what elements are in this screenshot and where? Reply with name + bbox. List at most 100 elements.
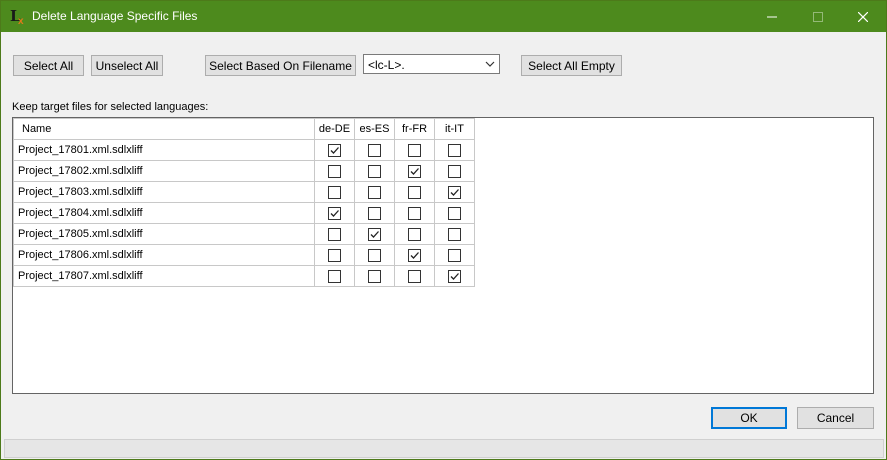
title-bar[interactable]: Lx Delete Language Specific Files: [1, 1, 886, 32]
language-checkbox-cell: [354, 223, 395, 245]
language-checkbox[interactable]: [368, 248, 381, 262]
table-row[interactable]: Project_17804.xml.sdlxliff: [13, 202, 475, 224]
language-checkbox[interactable]: [448, 227, 461, 241]
close-button[interactable]: [840, 1, 886, 32]
file-name-cell: Project_17803.xml.sdlxliff: [13, 181, 315, 203]
language-checkbox[interactable]: [408, 248, 421, 262]
language-checkbox-cell: [314, 160, 355, 182]
unselect-all-button[interactable]: Unselect All: [91, 55, 163, 76]
language-checkbox[interactable]: [328, 248, 341, 262]
language-checkbox[interactable]: [448, 206, 461, 220]
checkmark-icon: [410, 167, 419, 175]
file-name-cell: Project_17806.xml.sdlxliff: [13, 244, 315, 266]
app-logo-sub: x: [18, 16, 24, 27]
language-checkbox[interactable]: [368, 143, 381, 157]
select-based-on-filename-button[interactable]: Select Based On Filename: [205, 55, 356, 76]
select-all-empty-button[interactable]: Select All Empty: [521, 55, 622, 76]
language-checkbox-cell: [394, 181, 435, 203]
dialog-window: Lx Delete Language Specific Files Select…: [0, 0, 887, 460]
filename-pattern-combobox[interactable]: <lc-L>.: [363, 54, 500, 74]
language-checkbox-cell: [314, 244, 355, 266]
close-icon: [858, 11, 868, 22]
language-checkbox[interactable]: [408, 185, 421, 199]
language-checkbox[interactable]: [408, 164, 421, 178]
table-row[interactable]: Project_17806.xml.sdlxliff: [13, 244, 475, 266]
language-checkbox-cell: [434, 223, 475, 245]
language-checkbox-cell: [394, 139, 435, 161]
language-checkbox-cell: [434, 160, 475, 182]
file-name-cell: Project_17805.xml.sdlxliff: [13, 223, 315, 245]
language-checkbox[interactable]: [368, 227, 381, 241]
language-checkbox-cell: [354, 139, 395, 161]
checkmark-icon: [370, 230, 379, 238]
language-files-table: Name de-DE es-ES fr-FR it-IT Project_178…: [13, 118, 475, 287]
language-checkbox[interactable]: [368, 269, 381, 283]
minimize-button[interactable]: [749, 1, 795, 32]
column-header-de-de[interactable]: de-DE: [314, 118, 355, 140]
language-checkbox[interactable]: [448, 164, 461, 178]
language-checkbox-cell: [434, 244, 475, 266]
table-row[interactable]: Project_17802.xml.sdlxliff: [13, 160, 475, 182]
table-header-row: Name de-DE es-ES fr-FR it-IT: [13, 118, 475, 140]
status-bar: [4, 439, 884, 458]
window-title: Delete Language Specific Files: [32, 9, 198, 23]
language-checkbox[interactable]: [328, 227, 341, 241]
language-checkbox-cell: [394, 202, 435, 224]
column-header-fr-fr[interactable]: fr-FR: [394, 118, 435, 140]
language-checkbox[interactable]: [448, 269, 461, 283]
language-checkbox-cell: [394, 160, 435, 182]
language-checkbox-cell: [434, 139, 475, 161]
ok-button[interactable]: OK: [711, 407, 787, 429]
language-files-grid[interactable]: Name de-DE es-ES fr-FR it-IT Project_178…: [12, 117, 874, 394]
language-checkbox-cell: [354, 244, 395, 266]
language-checkbox[interactable]: [328, 206, 341, 220]
language-checkbox-cell: [434, 265, 475, 287]
grid-caption: Keep target files for selected languages…: [12, 101, 209, 113]
cancel-button[interactable]: Cancel: [797, 407, 874, 429]
language-checkbox[interactable]: [328, 269, 341, 283]
maximize-button[interactable]: [795, 1, 841, 32]
minimize-icon: [767, 16, 777, 17]
table-row[interactable]: Project_17803.xml.sdlxliff: [13, 181, 475, 203]
language-checkbox[interactable]: [368, 164, 381, 178]
language-checkbox-cell: [354, 265, 395, 287]
language-checkbox-cell: [314, 223, 355, 245]
language-checkbox-cell: [314, 265, 355, 287]
language-checkbox-cell: [354, 202, 395, 224]
checkmark-icon: [450, 272, 459, 280]
language-checkbox[interactable]: [408, 227, 421, 241]
language-checkbox[interactable]: [448, 185, 461, 199]
language-checkbox-cell: [354, 181, 395, 203]
language-checkbox-cell: [434, 202, 475, 224]
language-checkbox-cell: [434, 181, 475, 203]
language-checkbox[interactable]: [368, 185, 381, 199]
language-checkbox-cell: [314, 181, 355, 203]
app-logo-icon: Lx: [10, 8, 26, 28]
file-name-cell: Project_17807.xml.sdlxliff: [13, 265, 315, 287]
language-checkbox-cell: [394, 244, 435, 266]
table-row[interactable]: Project_17805.xml.sdlxliff: [13, 223, 475, 245]
language-checkbox[interactable]: [408, 206, 421, 220]
language-checkbox[interactable]: [328, 185, 341, 199]
language-checkbox[interactable]: [328, 143, 341, 157]
language-checkbox[interactable]: [448, 248, 461, 262]
table-row[interactable]: Project_17801.xml.sdlxliff: [13, 139, 475, 161]
language-checkbox-cell: [394, 265, 435, 287]
language-checkbox[interactable]: [368, 206, 381, 220]
language-checkbox[interactable]: [408, 269, 421, 283]
file-name-cell: Project_17801.xml.sdlxliff: [13, 139, 315, 161]
language-checkbox-cell: [394, 223, 435, 245]
column-header-it-it[interactable]: it-IT: [434, 118, 475, 140]
language-checkbox[interactable]: [328, 164, 341, 178]
file-name-cell: Project_17804.xml.sdlxliff: [13, 202, 315, 224]
table-row[interactable]: Project_17807.xml.sdlxliff: [13, 265, 475, 287]
filename-pattern-value: <lc-L>.: [368, 58, 405, 72]
checkmark-icon: [450, 188, 459, 196]
column-header-es-es[interactable]: es-ES: [354, 118, 395, 140]
language-checkbox[interactable]: [408, 143, 421, 157]
column-header-name[interactable]: Name: [13, 118, 315, 140]
language-checkbox[interactable]: [448, 143, 461, 157]
select-all-button[interactable]: Select All: [13, 55, 84, 76]
chevron-down-icon[interactable]: [485, 60, 495, 68]
checkmark-icon: [410, 251, 419, 259]
